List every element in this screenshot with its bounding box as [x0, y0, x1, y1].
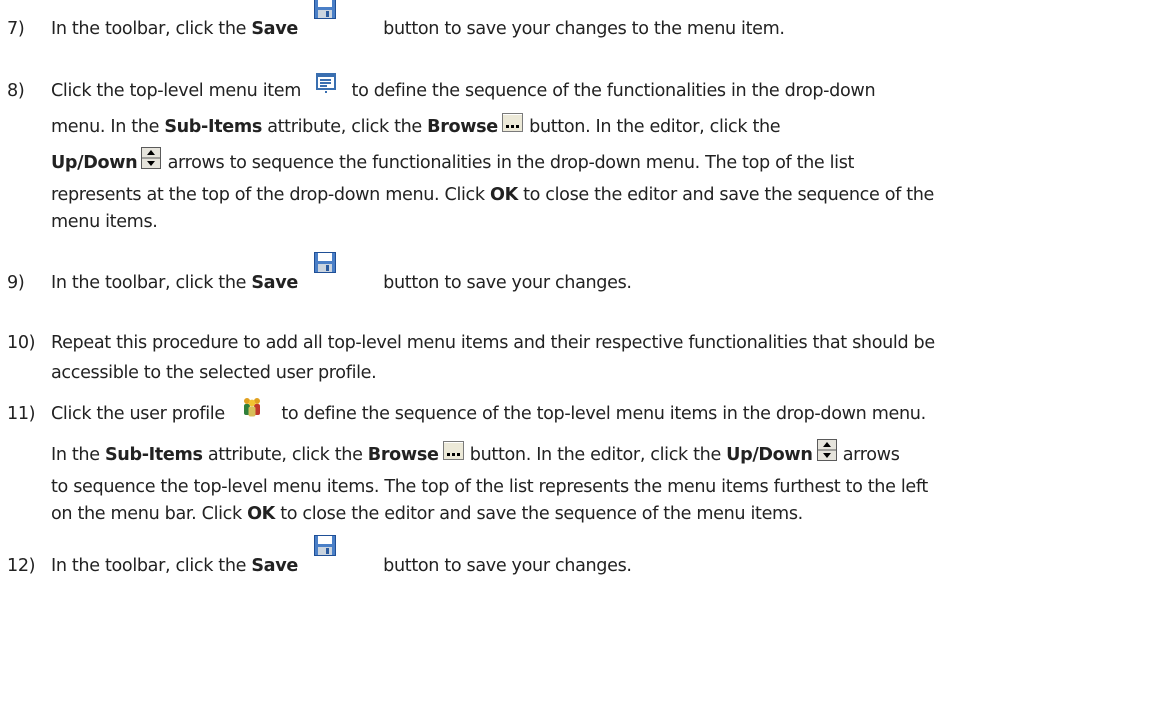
- step-number: 8): [7, 81, 25, 101]
- save-icon: [313, 0, 336, 19]
- step-text: button to save your changes.: [377, 273, 632, 293]
- step-text: Repeat this procedure to add all top-lev…: [51, 333, 935, 353]
- step-text: arrows to sequence the functionalities i…: [162, 153, 855, 173]
- step-text: to define the sequence of the top-level …: [276, 404, 926, 424]
- bold-term: OK: [247, 504, 275, 524]
- step-text: attribute, click the: [202, 445, 368, 465]
- step-text: button to save your changes.: [377, 556, 632, 576]
- browse-icon: [501, 113, 523, 132]
- step-text: accessible to the selected user profile.: [51, 363, 377, 383]
- step-number: 7): [7, 19, 25, 39]
- step-text: menu. In the: [51, 117, 165, 137]
- step-text: button. In the editor, click the: [464, 445, 727, 465]
- save-icon: [313, 535, 336, 556]
- browse-icon: [442, 441, 464, 460]
- bold-term: Save: [251, 556, 298, 576]
- step-text: Click the top-level menu item: [51, 81, 307, 101]
- bold-term: Sub-Items: [104, 445, 203, 465]
- step-text: button. In the editor, click the: [523, 117, 781, 137]
- menu-item-icon: [316, 73, 337, 94]
- user-profile-icon: [242, 396, 262, 417]
- step-text: to close the editor and save the sequenc…: [274, 504, 803, 524]
- step-text: menu items.: [51, 212, 158, 232]
- bold-term: Save: [251, 19, 298, 39]
- step-text: In the toolbar, click the: [51, 273, 252, 293]
- step-number: 10): [7, 333, 36, 353]
- step-number: 12): [7, 556, 36, 576]
- step-number: 9): [7, 273, 25, 293]
- save-icon: [313, 252, 336, 273]
- step-text: to sequence the top-level menu items. Th…: [51, 477, 928, 497]
- bold-term: Sub-Items: [164, 117, 262, 137]
- step-text: Click the user profile: [51, 404, 231, 424]
- step-text: on the menu bar. Click: [51, 504, 248, 524]
- up-down-icon: [141, 147, 162, 169]
- bold-term: Save: [251, 273, 298, 293]
- step-text: to close the editor and save the sequenc…: [517, 185, 935, 205]
- step-text: represents at the top of the drop-down m…: [51, 185, 490, 205]
- step-text: In the toolbar, click the: [51, 556, 252, 576]
- bold-term: Browse: [367, 445, 439, 465]
- step-text: button to save your changes to the menu …: [377, 19, 785, 39]
- step-text: arrows: [837, 445, 900, 465]
- up-down-icon: [816, 439, 837, 461]
- bold-term: Up/Down: [51, 153, 138, 173]
- step-number: 11): [7, 404, 36, 424]
- step-text: to define the sequence of the functional…: [346, 81, 876, 101]
- step-text: attribute, click the: [261, 117, 428, 137]
- bold-term: Browse: [427, 117, 498, 137]
- step-text: In the: [51, 445, 105, 465]
- bold-term: OK: [489, 185, 518, 205]
- bold-term: Up/Down: [726, 445, 813, 465]
- step-text: In the toolbar, click the: [51, 19, 252, 39]
